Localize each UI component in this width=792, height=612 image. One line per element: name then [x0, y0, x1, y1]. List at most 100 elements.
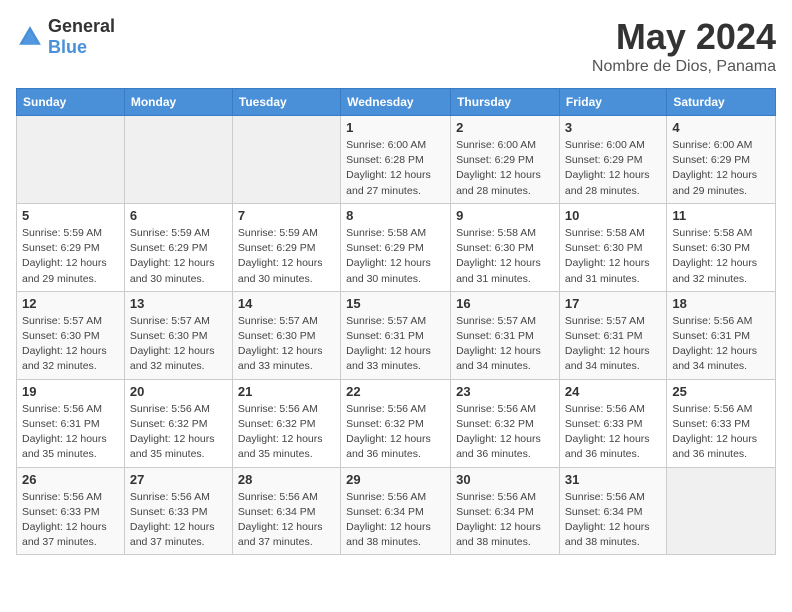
calendar-cell: 2Sunrise: 6:00 AM Sunset: 6:29 PM Daylig…: [451, 116, 560, 204]
weekday-header-cell: Tuesday: [232, 89, 340, 116]
calendar-cell: 25 Sunrise: 5:56 AM Sunset: 6:33 PM Dayli…: [667, 379, 776, 467]
calendar-body: 1 Sunrise: 6:00 AM Sunset: 6:28 PM Daylig…: [17, 116, 776, 555]
calendar-cell: 20 Sunrise: 5:56 AM Sunset: 6:32 PM Dayli…: [124, 379, 232, 467]
weekday-header-cell: Wednesday: [341, 89, 451, 116]
day-number: 31: [565, 472, 661, 487]
day-number: 28: [238, 472, 335, 487]
calendar-cell: 19 Sunrise: 5:56 AM Sunset: 6:31 PM Dayli…: [17, 379, 125, 467]
calendar-cell: 14 Sunrise: 5:57 AM Sunset: 6:30 PM Dayli…: [232, 291, 340, 379]
calendar-cell: [17, 116, 125, 204]
day-info: Sunrise: 5:58 AM Sunset: 6:30 PM Dayligh…: [456, 226, 554, 287]
calendar-week-row: 26 Sunrise: 5:56 AM Sunset: 6:33 PM Dayli…: [17, 467, 776, 555]
calendar-cell: 12 Sunrise: 5:57 AM Sunset: 6:30 PM Dayli…: [17, 291, 125, 379]
day-number: 25: [672, 384, 770, 399]
day-number: 29: [346, 472, 445, 487]
calendar-cell: 29 Sunrise: 5:56 AM Sunset: 6:34 PM Dayli…: [341, 467, 451, 555]
calendar-cell: [124, 116, 232, 204]
day-info: Sunrise: 6:00 AM Sunset: 6:29 PM Dayligh…: [565, 138, 661, 199]
calendar-week-row: 5Sunrise: 5:59 AM Sunset: 6:29 PM Daylig…: [17, 203, 776, 291]
calendar: SundayMondayTuesdayWednesdayThursdayFrid…: [16, 88, 776, 555]
day-number: 16: [456, 296, 554, 311]
day-number: 17: [565, 296, 661, 311]
day-number: 3: [565, 120, 661, 135]
calendar-cell: 6 Sunrise: 5:59 AM Sunset: 6:29 PM Daylig…: [124, 203, 232, 291]
day-number: 6: [130, 208, 227, 223]
day-number: 26: [22, 472, 119, 487]
calendar-cell: 17 Sunrise: 5:57 AM Sunset: 6:31 PM Dayli…: [559, 291, 666, 379]
weekday-header-cell: Monday: [124, 89, 232, 116]
header: General Blue May 2024 Nombre de Dios, Pa…: [16, 16, 776, 76]
day-number: 9: [456, 208, 554, 223]
day-info: Sunrise: 5:58 AM Sunset: 6:30 PM Dayligh…: [565, 226, 661, 287]
day-info: Sunrise: 5:57 AM Sunset: 6:30 PM Dayligh…: [22, 314, 119, 375]
day-info: Sunrise: 5:56 AM Sunset: 6:31 PM Dayligh…: [672, 314, 770, 375]
calendar-cell: 21 Sunrise: 5:56 AM Sunset: 6:32 PM Dayli…: [232, 379, 340, 467]
day-info: Sunrise: 5:56 AM Sunset: 6:34 PM Dayligh…: [456, 490, 554, 551]
calendar-week-row: 19 Sunrise: 5:56 AM Sunset: 6:31 PM Dayli…: [17, 379, 776, 467]
calendar-cell: 10 Sunrise: 5:58 AM Sunset: 6:30 PM Dayli…: [559, 203, 666, 291]
day-number: 7: [238, 208, 335, 223]
calendar-cell: 8Sunrise: 5:58 AM Sunset: 6:29 PM Daylig…: [341, 203, 451, 291]
day-info: Sunrise: 5:56 AM Sunset: 6:34 PM Dayligh…: [565, 490, 661, 551]
day-info: Sunrise: 5:57 AM Sunset: 6:31 PM Dayligh…: [346, 314, 445, 375]
weekday-header-cell: Friday: [559, 89, 666, 116]
day-info: Sunrise: 5:57 AM Sunset: 6:31 PM Dayligh…: [565, 314, 661, 375]
day-number: 19: [22, 384, 119, 399]
calendar-cell: 1 Sunrise: 6:00 AM Sunset: 6:28 PM Daylig…: [341, 116, 451, 204]
day-info: Sunrise: 5:56 AM Sunset: 6:32 PM Dayligh…: [456, 402, 554, 463]
logo-blue: Blue: [48, 37, 87, 57]
calendar-week-row: 1 Sunrise: 6:00 AM Sunset: 6:28 PM Daylig…: [17, 116, 776, 204]
day-info: Sunrise: 5:56 AM Sunset: 6:33 PM Dayligh…: [22, 490, 119, 551]
day-number: 10: [565, 208, 661, 223]
weekday-header-cell: Saturday: [667, 89, 776, 116]
day-info: Sunrise: 5:56 AM Sunset: 6:33 PM Dayligh…: [672, 402, 770, 463]
day-number: 21: [238, 384, 335, 399]
day-number: 1: [346, 120, 445, 135]
weekday-header-cell: Sunday: [17, 89, 125, 116]
day-info: Sunrise: 6:00 AM Sunset: 6:29 PM Dayligh…: [456, 138, 554, 199]
calendar-cell: 7 Sunrise: 5:59 AM Sunset: 6:29 PM Daylig…: [232, 203, 340, 291]
day-number: 14: [238, 296, 335, 311]
title-area: May 2024 Nombre de Dios, Panama: [592, 16, 776, 76]
day-info: Sunrise: 5:57 AM Sunset: 6:30 PM Dayligh…: [238, 314, 335, 375]
day-info: Sunrise: 5:59 AM Sunset: 6:29 PM Dayligh…: [130, 226, 227, 287]
calendar-cell: 11Sunrise: 5:58 AM Sunset: 6:30 PM Dayli…: [667, 203, 776, 291]
day-info: Sunrise: 5:59 AM Sunset: 6:29 PM Dayligh…: [238, 226, 335, 287]
day-number: 12: [22, 296, 119, 311]
day-info: Sunrise: 5:58 AM Sunset: 6:30 PM Dayligh…: [672, 226, 770, 287]
weekday-header-cell: Thursday: [451, 89, 560, 116]
day-info: Sunrise: 6:00 AM Sunset: 6:28 PM Dayligh…: [346, 138, 445, 199]
day-info: Sunrise: 5:57 AM Sunset: 6:31 PM Dayligh…: [456, 314, 554, 375]
day-number: 18: [672, 296, 770, 311]
calendar-cell: 24 Sunrise: 5:56 AM Sunset: 6:33 PM Dayli…: [559, 379, 666, 467]
calendar-cell: 28Sunrise: 5:56 AM Sunset: 6:34 PM Dayli…: [232, 467, 340, 555]
calendar-cell: 26 Sunrise: 5:56 AM Sunset: 6:33 PM Dayli…: [17, 467, 125, 555]
day-info: Sunrise: 5:59 AM Sunset: 6:29 PM Dayligh…: [22, 226, 119, 287]
day-number: 30: [456, 472, 554, 487]
day-number: 24: [565, 384, 661, 399]
day-info: Sunrise: 5:56 AM Sunset: 6:34 PM Dayligh…: [346, 490, 445, 551]
day-info: Sunrise: 5:56 AM Sunset: 6:33 PM Dayligh…: [565, 402, 661, 463]
day-info: Sunrise: 5:56 AM Sunset: 6:32 PM Dayligh…: [130, 402, 227, 463]
calendar-week-row: 12 Sunrise: 5:57 AM Sunset: 6:30 PM Dayli…: [17, 291, 776, 379]
day-number: 23: [456, 384, 554, 399]
day-number: 22: [346, 384, 445, 399]
day-info: Sunrise: 5:56 AM Sunset: 6:32 PM Dayligh…: [238, 402, 335, 463]
day-info: Sunrise: 5:56 AM Sunset: 6:31 PM Dayligh…: [22, 402, 119, 463]
calendar-cell: 22 Sunrise: 5:56 AM Sunset: 6:32 PM Dayli…: [341, 379, 451, 467]
day-number: 27: [130, 472, 227, 487]
day-info: Sunrise: 5:56 AM Sunset: 6:32 PM Dayligh…: [346, 402, 445, 463]
day-number: 15: [346, 296, 445, 311]
day-number: 13: [130, 296, 227, 311]
calendar-cell: 23 Sunrise: 5:56 AM Sunset: 6:32 PM Dayli…: [451, 379, 560, 467]
logo: General Blue: [16, 16, 115, 58]
calendar-cell: 18 Sunrise: 5:56 AM Sunset: 6:31 PM Dayli…: [667, 291, 776, 379]
calendar-cell: 5Sunrise: 5:59 AM Sunset: 6:29 PM Daylig…: [17, 203, 125, 291]
calendar-cell: [232, 116, 340, 204]
day-number: 20: [130, 384, 227, 399]
weekday-header-row: SundayMondayTuesdayWednesdayThursdayFrid…: [17, 89, 776, 116]
calendar-cell: [667, 467, 776, 555]
calendar-cell: 3 Sunrise: 6:00 AM Sunset: 6:29 PM Daylig…: [559, 116, 666, 204]
day-number: 8: [346, 208, 445, 223]
calendar-cell: 30 Sunrise: 5:56 AM Sunset: 6:34 PM Dayli…: [451, 467, 560, 555]
